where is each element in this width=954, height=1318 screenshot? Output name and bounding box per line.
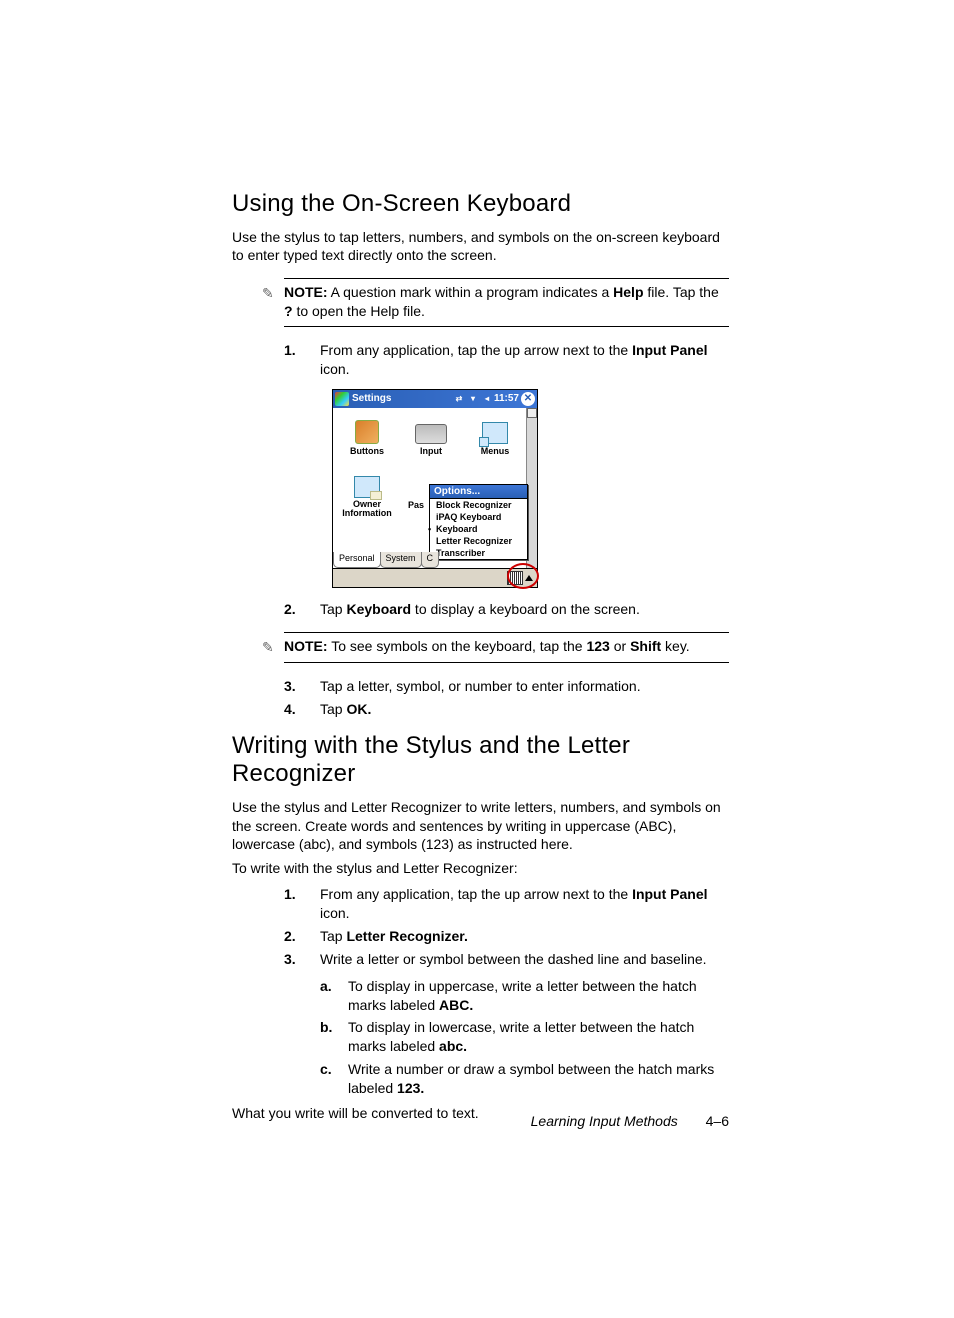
buttons-icon [355,420,379,444]
input-applet[interactable]: Input [401,416,461,456]
section2-steps: 1. From any application, tap the up arro… [284,885,729,969]
s2-step-2: 2. Tap Letter Recognizer. [284,927,729,946]
note-icon: ✎ [262,285,274,302]
owner-label: Owner Information [337,500,397,518]
menus-icon [482,422,508,444]
manual-page: Using the On-Screen Keyboard Use the sty… [0,0,954,1318]
owner-icon [354,476,380,498]
section1-intro: Use the stylus to tap letters, numbers, … [232,228,729,264]
step-2: 2. Tap Keyboard to display a keyboard on… [284,600,729,619]
tab-connections-truncated[interactable]: C [421,552,440,568]
popup-item-letter-recognizer[interactable]: Letter Recognizer [430,535,527,547]
section1-steps-c: 3. Tap a letter, symbol, or number to en… [284,677,729,719]
password-label-truncated: Pas [401,500,431,510]
section1-steps: 1. From any application, tap the up arro… [284,341,729,379]
clock[interactable]: 11:57 [494,393,519,404]
device-titlebar[interactable]: Settings ⇄ ▾ ◂ 11:57 ✕ [333,390,537,408]
popup-item-block-recognizer[interactable]: Block Recognizer [430,499,527,511]
popup-header[interactable]: Options... [430,485,527,499]
tab-personal[interactable]: Personal [333,552,381,568]
question-mark-icon: ? [284,303,293,319]
settings-tabs: Personal System C [333,552,438,568]
device-screenshot-figure: Settings ⇄ ▾ ◂ 11:57 ✕ Buttons Input [332,389,729,590]
step-1: 1. From any application, tap the up arro… [284,341,729,379]
menus-applet[interactable]: Menus [465,416,525,456]
note-2-text: NOTE: To see symbols on the keyboard, ta… [284,637,729,655]
section2-lead: To write with the stylus and Letter Reco… [232,859,729,877]
volume-icon[interactable]: ◂ [481,393,493,405]
step-3: 3. Tap a letter, symbol, or number to en… [284,677,729,696]
note-1-text: NOTE: A question mark within a program i… [284,283,729,319]
owner-info-applet[interactable]: Owner Information [337,470,397,518]
tab-system[interactable]: System [380,552,422,568]
footer-chapter: Learning Input Methods [531,1113,678,1129]
up-arrow-icon [525,575,533,581]
menus-label: Menus [465,446,525,456]
device-frame: Settings ⇄ ▾ ◂ 11:57 ✕ Buttons Input [332,389,538,588]
device-client-area: Buttons Input Menus Owner Information Pa… [333,408,537,569]
input-label: Input [401,446,461,456]
section2-substeps: a. To display in uppercase, write a lett… [320,977,729,1098]
popup-item-ipaq-keyboard[interactable]: iPAQ Keyboard [430,511,527,523]
sip-keyboard-icon [507,571,523,585]
substep-b: b. To display in lowercase, write a lett… [320,1018,729,1056]
signal-icon[interactable]: ▾ [467,393,479,405]
page-footer: Learning Input Methods 4–6 [531,1113,729,1129]
start-icon[interactable] [335,392,349,406]
note-label: NOTE: [284,284,328,300]
s2-step-1: 1. From any application, tap the up arro… [284,885,729,923]
note-label: NOTE: [284,638,328,654]
close-button[interactable]: ✕ [521,392,535,406]
note-1: ✎ NOTE: A question mark within a program… [284,278,729,326]
input-method-popup: Options... Block Recognizer iPAQ Keyboar… [429,484,528,560]
buttons-label: Buttons [337,446,397,456]
device-bottom-bar [333,569,537,587]
section1-steps-b: 2. Tap Keyboard to display a keyboard on… [284,600,729,619]
titlebar-title: Settings [352,393,391,404]
substep-c: c. Write a number or draw a symbol betwe… [320,1060,729,1098]
connectivity-icon[interactable]: ⇄ [453,393,465,405]
popup-item-transcriber[interactable]: Transcriber [430,547,527,559]
note-icon: ✎ [262,639,274,656]
s2-step-3: 3. Write a letter or symbol between the … [284,950,729,969]
password-applet-truncated[interactable]: Pas [401,470,431,510]
step-4: 4. Tap OK. [284,700,729,719]
popup-item-keyboard[interactable]: Keyboard [430,523,527,535]
section1-heading: Using the On-Screen Keyboard [232,190,729,218]
note-2: ✎ NOTE: To see symbols on the keyboard, … [284,632,729,662]
footer-pagenum: 4–6 [706,1113,729,1129]
buttons-applet[interactable]: Buttons [337,416,397,456]
section2-intro: Use the stylus and Letter Recognizer to … [232,798,729,853]
substep-a: a. To display in uppercase, write a lett… [320,977,729,1015]
keyboard-icon [415,424,447,444]
section2-heading: Writing with the Stylus and the Letter R… [232,732,729,788]
sip-input-panel-button[interactable] [505,570,535,586]
scroll-up-button[interactable] [527,408,537,418]
